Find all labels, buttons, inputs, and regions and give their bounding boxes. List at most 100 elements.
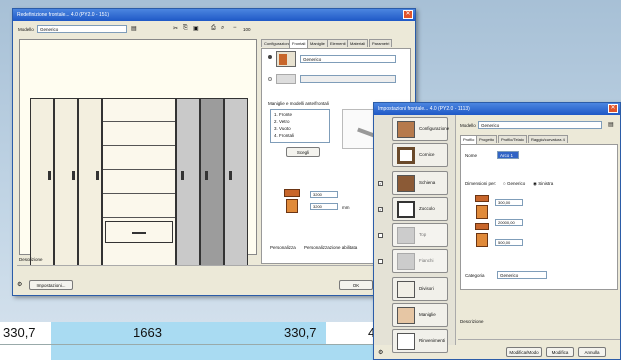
print-icon[interactable]: ⎙ xyxy=(211,25,216,32)
model-label: Modello xyxy=(460,123,476,128)
open-icon[interactable]: ▤ xyxy=(131,25,137,32)
handle-thumb-icon xyxy=(397,307,415,324)
radio-generico[interactable]: ○ Generico xyxy=(503,181,525,186)
cut-icon[interactable]: ✂ xyxy=(173,25,178,32)
list-item[interactable]: 1. Fronte xyxy=(274,112,292,117)
settings-title: Impostazioni frontale... 4.0 (PY2.0 - 11… xyxy=(378,106,470,112)
config-thumb-icon xyxy=(397,121,415,138)
status-label: Descrizione xyxy=(460,319,484,324)
back-thumb-icon xyxy=(397,175,415,192)
drawing-canvas[interactable] xyxy=(19,39,257,266)
model-label: Modello xyxy=(18,27,34,32)
top-thumb-icon xyxy=(397,227,415,244)
close-icon[interactable]: ✕ xyxy=(608,104,618,113)
modify-button[interactable]: Modifica xyxy=(546,347,574,357)
tab-parametri[interactable]: Parametri xyxy=(369,39,393,47)
category-label: Categoria xyxy=(465,273,485,278)
door-panel xyxy=(200,98,224,266)
models-list[interactable]: 1. Fronte 2. Vetro 3. Vuoto 4. Frontali xyxy=(270,109,330,143)
tab-profilo-telaio[interactable]: Profilo/Telaio xyxy=(498,135,527,143)
open-shelving xyxy=(102,98,176,266)
alt-thumbnail[interactable] xyxy=(276,74,296,84)
name-label: Nome xyxy=(465,153,478,158)
settings-tab-page: Nome Arco 1 Dimensioni per: ○ Generico ◉… xyxy=(460,144,618,290)
main-title: Redefinizione frontale... 4.0 (PY2.0 - 1… xyxy=(17,12,109,18)
list-item[interactable]: 3. Vuoto xyxy=(274,126,291,131)
personalize-label: Personalizza xyxy=(270,245,296,250)
nav-top[interactable]: Top xyxy=(392,223,448,247)
zoom-icon[interactable]: ⌕ xyxy=(221,25,224,32)
alt-select[interactable] xyxy=(300,75,396,83)
tab-raggio[interactable]: Raggio/curvatura 4 xyxy=(528,135,568,143)
main-dialog: Redefinizione frontale... 4.0 (PY2.0 - 1… xyxy=(12,8,416,296)
category-select[interactable]: Generico xyxy=(497,271,547,279)
nav-schiena[interactable]: Schiena xyxy=(392,171,448,195)
table-cell: 330,7 xyxy=(284,325,317,340)
nav-cornice[interactable]: Cornice xyxy=(392,143,448,167)
tab-profilo[interactable]: Profilo xyxy=(460,135,478,144)
checkbox[interactable] xyxy=(378,233,383,238)
nav-fianchi[interactable]: Fianchi xyxy=(392,249,448,273)
nav-divisori[interactable]: Divisori xyxy=(392,277,448,301)
list-item[interactable]: 4. Frontali xyxy=(274,133,294,138)
dim-unit: mm xyxy=(342,205,350,210)
cancel-button[interactable]: Annulla xyxy=(578,347,606,357)
radio-selected[interactable] xyxy=(268,55,272,59)
divider xyxy=(17,265,411,266)
status-label: Descrizione xyxy=(19,257,43,262)
tab-progetto[interactable]: Progetto xyxy=(476,135,498,143)
table-cell: 1663 xyxy=(133,325,162,340)
tab-materiali[interactable]: Materiali xyxy=(347,39,369,47)
open-icon[interactable]: ▤ xyxy=(608,121,614,128)
tab-elementi[interactable]: Elementi xyxy=(327,39,349,47)
nav-zoccolo[interactable]: Zoccolo xyxy=(392,197,448,221)
apply-button[interactable]: Scegli xyxy=(286,147,320,157)
ok-button[interactable]: OK xyxy=(339,280,373,290)
dimension-label: Dimensioni per: xyxy=(465,181,497,186)
nav-configurazione[interactable]: Configurazione xyxy=(392,117,449,141)
door-panel xyxy=(224,98,248,266)
door-panel xyxy=(78,98,102,266)
settings-button[interactable]: Impostazioni... xyxy=(29,280,73,290)
radio-unselected[interactable] xyxy=(268,77,272,81)
nav-rinvenimenti[interactable]: Rinvenimenti xyxy=(392,329,448,353)
close-icon[interactable]: ✕ xyxy=(403,10,413,19)
dim-field[interactable]: 300,00 xyxy=(495,199,523,206)
model-select[interactable]: Generico xyxy=(37,25,127,33)
settings-dialog: Impostazioni frontale... 4.0 (PY2.0 - 11… xyxy=(373,102,621,360)
front-select[interactable]: Generico xyxy=(300,55,396,63)
list-title: Maniglie e modelli ante/frontali xyxy=(268,101,329,106)
dim-field[interactable]: 20000,00 xyxy=(495,219,523,226)
hardware-thumb-icon xyxy=(397,333,415,350)
checkbox[interactable] xyxy=(378,259,383,264)
radio-sinistra[interactable]: ◉ Sinistra xyxy=(533,181,553,187)
wardrobe-drawing xyxy=(30,98,250,266)
model-select[interactable]: Generico xyxy=(478,121,602,129)
checkbox-checked[interactable]: ✓ xyxy=(378,181,383,186)
settings-icon[interactable]: ⚙ xyxy=(378,349,383,356)
divider-thumb-icon xyxy=(397,281,415,298)
zoom-out-icon[interactable]: − xyxy=(233,25,237,31)
tab-maniglie[interactable]: Maniglie xyxy=(307,39,328,47)
nav-maniglie[interactable]: Maniglie xyxy=(392,303,448,327)
name-field[interactable]: Arco 1 xyxy=(497,151,519,159)
drawer-handle xyxy=(132,232,146,234)
frame-thumb-icon xyxy=(397,147,415,164)
paste-icon[interactable]: ▣ xyxy=(193,25,199,32)
list-item[interactable]: 2. Vetro xyxy=(274,119,290,124)
nav-panel: Configurazione Cornice ✓ Schiena ✓ Zocco… xyxy=(374,115,456,353)
modify-mode-button[interactable]: Modifica/Modo xyxy=(506,347,542,357)
dim-field[interactable]: 3200 xyxy=(310,203,338,210)
tab-frontali[interactable]: Frontali xyxy=(289,39,309,48)
zoom-level: 100 xyxy=(243,27,251,32)
settings-icon[interactable]: ⚙ xyxy=(17,281,22,288)
dim-field[interactable]: 500,00 xyxy=(495,239,523,246)
door-panel xyxy=(176,98,200,266)
settings-titlebar: Impostazioni frontale... 4.0 (PY2.0 - 11… xyxy=(374,103,620,115)
profile-dimension-icon xyxy=(475,195,489,259)
personalize-enabled-label: Personalizzazione abilitata xyxy=(304,245,358,250)
front-thumbnail[interactable] xyxy=(276,51,296,67)
checkbox-checked[interactable]: ✓ xyxy=(378,207,383,212)
dim-field[interactable]: 3200 xyxy=(310,191,338,198)
copy-icon[interactable]: ⎘ xyxy=(183,25,188,32)
